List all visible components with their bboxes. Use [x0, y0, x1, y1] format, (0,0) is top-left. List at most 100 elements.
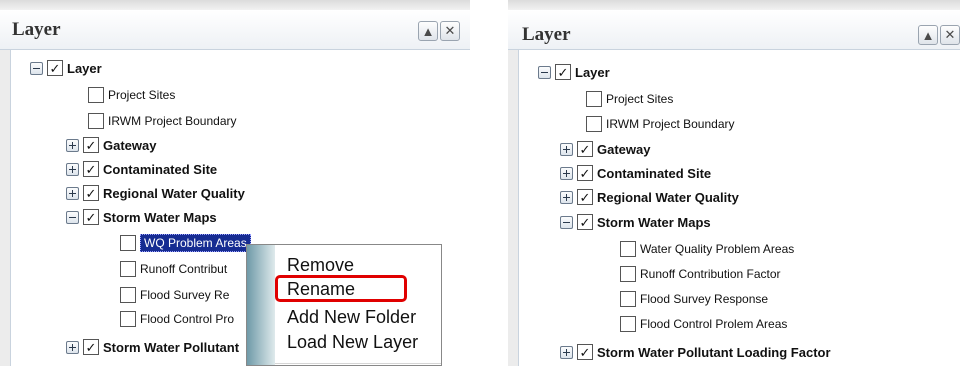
- close-icon: ✕: [444, 23, 456, 38]
- checkbox-checked[interactable]: ✓: [577, 165, 593, 181]
- menu-item-load-new-layer[interactable]: Load New Layer: [287, 332, 418, 353]
- checkbox[interactable]: [88, 113, 104, 129]
- checkbox-checked[interactable]: ✓: [577, 344, 593, 360]
- check-icon: ✓: [85, 209, 97, 225]
- tree-label: Gateway: [103, 137, 157, 153]
- tree-item-wq-problem-areas[interactable]: Water Quality Problem Areas: [620, 238, 794, 260]
- tree-item-flood-survey[interactable]: Flood Survey Response: [620, 288, 768, 310]
- tree-item-storm-water-pollutant[interactable]: ✓ Storm Water Pollutant: [66, 336, 239, 358]
- checkbox[interactable]: [120, 311, 136, 327]
- close-button[interactable]: ✕: [940, 25, 960, 45]
- close-button[interactable]: ✕: [440, 21, 460, 41]
- check-icon: ✓: [579, 141, 591, 157]
- tree-item-flood-control[interactable]: Flood Control Pro: [120, 308, 234, 330]
- tree-item-storm-water-maps[interactable]: ✓ Storm Water Maps: [560, 211, 711, 233]
- tree-item-irwm-boundary[interactable]: IRWM Project Boundary: [88, 110, 237, 132]
- tree-item-project-sites[interactable]: Project Sites: [586, 88, 673, 110]
- minus-icon[interactable]: [538, 65, 551, 79]
- checkbox[interactable]: [620, 266, 636, 282]
- plus-icon[interactable]: [560, 142, 573, 156]
- tree-label: Project Sites: [108, 88, 176, 102]
- tree-item-regional-water-quality[interactable]: ✓ Regional Water Quality: [560, 186, 739, 208]
- tree-item-contaminated-site[interactable]: ✓ Contaminated Site: [66, 158, 217, 180]
- checkbox[interactable]: [120, 235, 136, 251]
- tree-item-wq-problem-areas[interactable]: WQ Problem Areas: [120, 232, 251, 254]
- checkbox-checked[interactable]: ✓: [47, 60, 63, 76]
- tree-item-runoff-contribution[interactable]: Runoff Contribution Factor: [620, 263, 781, 285]
- checkbox-checked[interactable]: ✓: [83, 209, 99, 225]
- checkbox-checked[interactable]: ✓: [555, 64, 571, 80]
- tree-item-gateway[interactable]: ✓ Gateway: [66, 134, 156, 156]
- tree-label: IRWM Project Boundary: [606, 117, 735, 131]
- layer-panel-left: Layer ▲ ✕ ✓ Layer Project Sites IRWM Pro…: [0, 0, 470, 366]
- tree-item-project-sites[interactable]: Project Sites: [88, 84, 175, 106]
- tree-item-flood-control[interactable]: Flood Control Prolem Areas: [620, 313, 787, 335]
- tree-root-layer[interactable]: ✓ Layer: [538, 61, 610, 83]
- minus-icon[interactable]: [560, 215, 573, 229]
- checkbox[interactable]: [120, 287, 136, 303]
- check-icon: ✓: [85, 137, 97, 153]
- minus-icon[interactable]: [30, 61, 43, 75]
- panel-header: Layer ▲ ✕: [0, 10, 470, 50]
- tree-item-storm-water-maps[interactable]: ✓ Storm Water Maps: [66, 206, 217, 228]
- tree-label: Gateway: [597, 141, 651, 157]
- checkbox-checked[interactable]: ✓: [577, 214, 593, 230]
- checkbox-checked[interactable]: ✓: [83, 185, 99, 201]
- plus-icon[interactable]: [66, 340, 79, 354]
- checkbox[interactable]: [620, 291, 636, 307]
- checkbox[interactable]: [586, 91, 602, 107]
- checkbox-checked[interactable]: ✓: [83, 137, 99, 153]
- tree-label: Flood Control Pro: [140, 312, 235, 326]
- tree-label: Runoff Contribution Factor: [640, 267, 781, 281]
- highlight-box-rename: [275, 275, 407, 302]
- checkbox-checked[interactable]: ✓: [83, 161, 99, 177]
- up-arrow-icon: ▲: [421, 23, 435, 39]
- tree-label: Storm Water Maps: [103, 209, 217, 225]
- close-icon: ✕: [944, 27, 956, 42]
- checkbox[interactable]: [586, 116, 602, 132]
- tree-item-flood-survey[interactable]: Flood Survey Re: [120, 284, 229, 306]
- up-arrow-icon: ▲: [921, 27, 935, 43]
- tree-label: Water Quality Problem Areas: [640, 242, 795, 256]
- layer-panel-right: Layer ▲ ✕ ✓ Layer Project Sites IRWM Pro…: [508, 0, 960, 366]
- plus-icon[interactable]: [66, 138, 79, 152]
- tree-item-gateway[interactable]: ✓ Gateway: [560, 138, 650, 160]
- checkbox[interactable]: [88, 87, 104, 103]
- check-icon: ✓: [85, 161, 97, 177]
- tree-item-irwm-boundary[interactable]: IRWM Project Boundary: [586, 113, 735, 135]
- tree-label: Project Sites: [606, 92, 674, 106]
- plus-icon[interactable]: [66, 186, 79, 200]
- check-icon: ✓: [579, 214, 591, 230]
- tree-root-layer[interactable]: ✓ Layer: [30, 57, 102, 79]
- plus-icon[interactable]: [66, 162, 79, 176]
- menu-divider: [275, 363, 441, 364]
- checkbox[interactable]: [620, 241, 636, 257]
- map-left-edge: [0, 10, 10, 366]
- plus-icon[interactable]: [560, 166, 573, 180]
- tree-label: Regional Water Quality: [597, 189, 739, 205]
- tree-item-contaminated-site[interactable]: ✓ Contaminated Site: [560, 162, 711, 184]
- tree-label: Layer: [575, 64, 610, 80]
- tree-item-regional-water-quality[interactable]: ✓ Regional Water Quality: [66, 182, 245, 204]
- tree-label: Regional Water Quality: [103, 185, 245, 201]
- context-menu-gutter: [247, 245, 275, 365]
- panel-title: Layer: [522, 24, 571, 45]
- collapse-button[interactable]: ▲: [418, 21, 438, 41]
- tree-item-storm-water-pollutant[interactable]: ✓ Storm Water Pollutant Loading Factor: [560, 341, 831, 363]
- checkbox-checked[interactable]: ✓: [577, 141, 593, 157]
- checkbox[interactable]: [620, 316, 636, 332]
- plus-icon[interactable]: [560, 190, 573, 204]
- menu-item-add-new-folder[interactable]: Add New Folder: [287, 307, 416, 328]
- panel-title: Layer: [12, 19, 61, 40]
- checkbox-checked[interactable]: ✓: [577, 189, 593, 205]
- tree-item-runoff-contribution[interactable]: Runoff Contribut: [120, 258, 227, 280]
- collapse-button[interactable]: ▲: [918, 25, 938, 45]
- checkbox-checked[interactable]: ✓: [83, 339, 99, 355]
- check-icon: ✓: [557, 64, 569, 80]
- minus-icon[interactable]: [66, 210, 79, 224]
- tree-label: Layer: [67, 60, 102, 76]
- tree-label: Storm Water Pollutant Loading Factor: [597, 344, 831, 360]
- menu-item-remove[interactable]: Remove: [287, 255, 354, 276]
- checkbox[interactable]: [120, 261, 136, 277]
- plus-icon[interactable]: [560, 345, 573, 359]
